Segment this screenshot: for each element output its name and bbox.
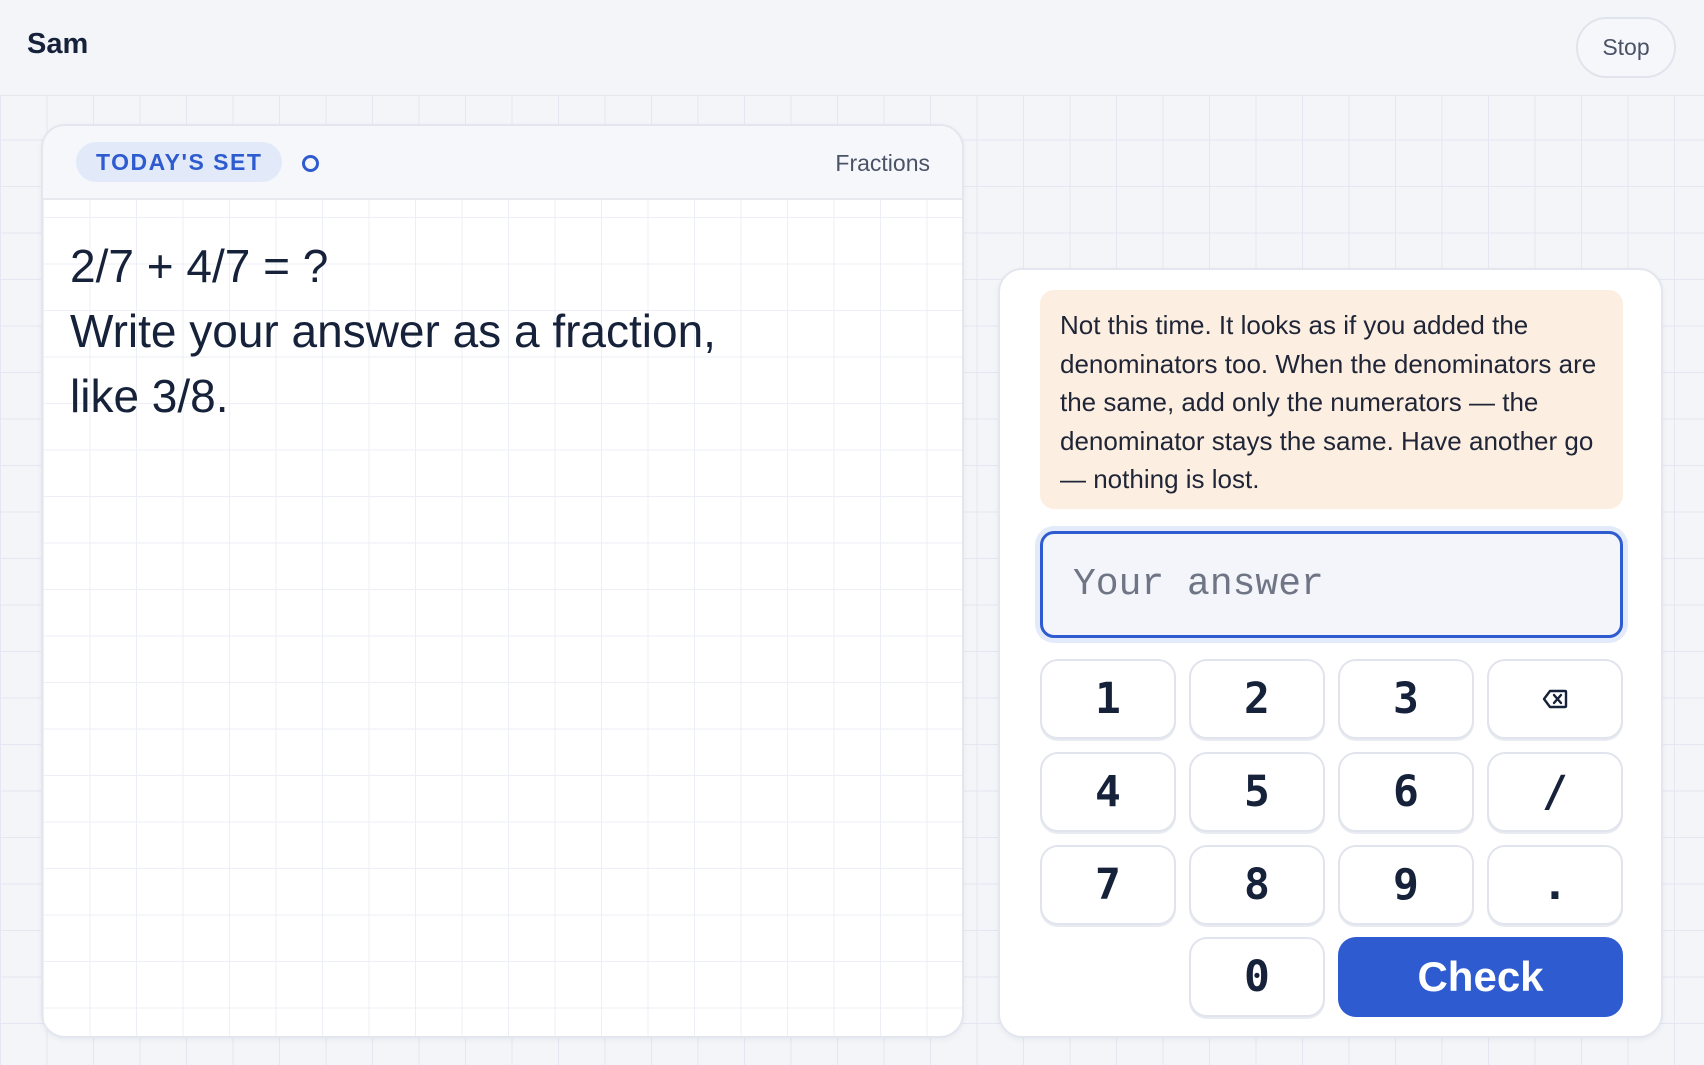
question-line: 2/7 + 4/7 = ? [70,240,329,292]
feedback-message: Not this time. It looks as if you added … [1040,290,1623,509]
key-decimal[interactable]: . [1487,845,1623,925]
key-3[interactable]: 3 [1338,659,1474,739]
user-name: Sam [27,28,89,60]
key-5[interactable]: 5 [1189,752,1325,832]
answer-card: Not this time. It looks as if you added … [998,268,1663,1038]
backspace-icon [1542,689,1568,709]
key-4[interactable]: 4 [1040,752,1176,832]
todays-set-badge: TODAY'S SET [76,142,283,182]
question-line: Write your answer as a fraction, [70,305,716,357]
topic-label: Fractions [835,150,930,176]
problem-card-header: TODAY'S SET Fractions [43,126,962,200]
key-8[interactable]: 8 [1189,845,1325,925]
stop-button[interactable]: Stop [1576,17,1676,78]
key-1[interactable]: 1 [1040,659,1176,739]
key-0[interactable]: 0 [1189,937,1325,1017]
question-line: like 3/8. [70,370,229,422]
key-2[interactable]: 2 [1189,659,1325,739]
key-slash[interactable]: / [1487,752,1623,832]
problem-card: TODAY'S SET Fractions 2/7 + 4/7 = ? Writ… [41,124,964,1038]
key-9[interactable]: 9 [1338,845,1474,925]
progress-dot [302,155,319,172]
key-6[interactable]: 6 [1338,752,1474,832]
question-text: 2/7 + 4/7 = ? Write your answer as a fra… [70,234,870,429]
top-bar: Sam Stop [0,0,1704,96]
answer-input[interactable] [1040,531,1623,638]
key-7[interactable]: 7 [1040,845,1176,925]
check-button[interactable]: Check [1338,937,1623,1017]
backspace-button[interactable] [1487,659,1623,739]
